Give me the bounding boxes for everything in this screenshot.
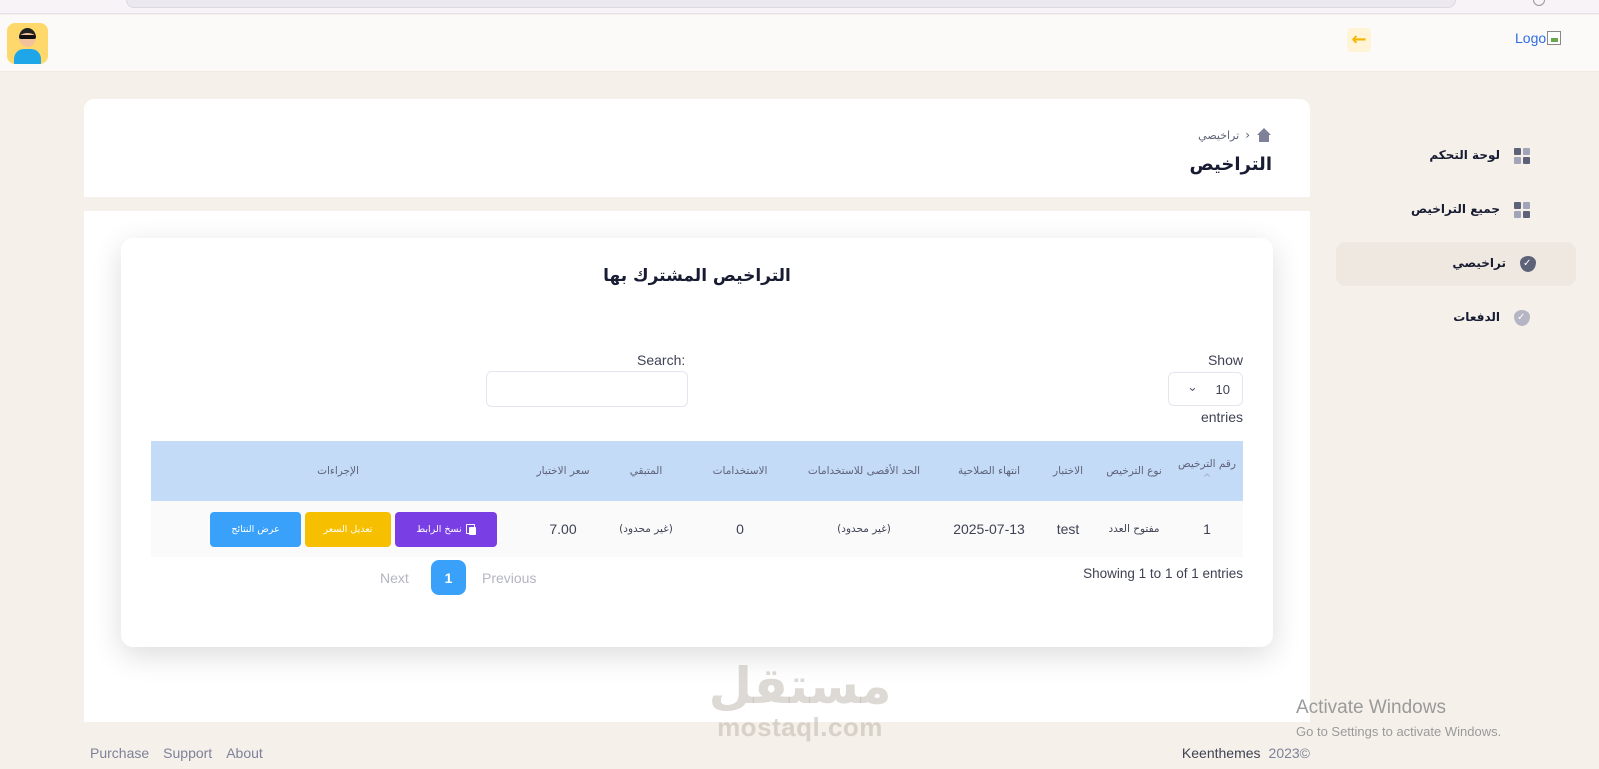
cell-test-price: 7.00 [549, 521, 577, 537]
watermark: مستقل mostaql.com [700, 658, 900, 740]
watermark-latin: mostaql.com [717, 712, 883, 742]
sidebar-item-payments[interactable]: الدفعات [1330, 296, 1570, 340]
footer-brand[interactable]: Keenthemes [1182, 745, 1261, 761]
column-header-uses[interactable]: الاستخدامات [691, 441, 789, 501]
logo-alt-text: Logo [1515, 30, 1547, 46]
watermark-arabic: مستقل [708, 657, 892, 715]
shield-check-icon [1520, 256, 1536, 272]
show-label: Show [1207, 352, 1243, 368]
footer-link-support[interactable]: Support [163, 745, 212, 761]
page-length-select[interactable]: 10 ⌄ [1168, 372, 1243, 406]
browser-chrome [0, 0, 1599, 14]
column-header-expiry[interactable]: انتهاء الصلاحية [939, 441, 1039, 501]
footer-links: Purchase Support About [90, 745, 263, 761]
page-length-value: 10 [1215, 382, 1230, 397]
sidebar-item-label: لوحة التحكم [1429, 148, 1500, 162]
chevron-left-icon: ‹ [1245, 128, 1250, 142]
logout-arrow-icon[interactable]: ← [1347, 28, 1371, 52]
column-header-label: رقم الترخيص [1177, 458, 1237, 470]
footer-link-purchase[interactable]: Purchase [90, 745, 149, 761]
copy-link-label: نسخ الرابط [416, 524, 462, 535]
column-header-license-type[interactable]: نوع الترخيص [1097, 441, 1171, 501]
chevron-down-icon: ⌄ [1187, 380, 1198, 395]
cell-license-type: مفتوح العدد [1108, 523, 1160, 535]
copy-icon [465, 524, 476, 535]
user-avatar[interactable] [7, 23, 48, 64]
shield-check-icon [1514, 310, 1530, 326]
cell-license-number: 1 [1203, 521, 1211, 537]
column-header-test-price[interactable]: سعر الاختبار [525, 441, 601, 501]
page-title: التراخيص [1189, 154, 1272, 175]
pagination-next[interactable]: Next [380, 570, 409, 586]
page-header-card: ‹ تراخيصي التراخيص [84, 99, 1310, 197]
footer-copyright: Keenthemes 2023© [1182, 745, 1310, 761]
column-header-remaining[interactable]: المتبقي [601, 441, 691, 501]
cell-remaining: (غير محدود) [619, 523, 673, 535]
sidebar-item-all-licenses[interactable]: جميع التراخيص [1330, 188, 1570, 232]
avatar-shirt [14, 49, 41, 64]
search-label: Search: [637, 352, 686, 368]
cell-max-uses: (غير محدود) [837, 523, 891, 535]
sort-ascending-icon: ^ [1202, 473, 1212, 484]
cell-expiry: 2025-07-13 [953, 521, 1025, 537]
view-results-button[interactable]: عرض النتائج [210, 512, 301, 547]
browser-menu-icon[interactable] [1533, 0, 1545, 6]
home-icon[interactable] [1256, 128, 1272, 142]
activate-windows-overlay: Activate Windows Go to Settings to activ… [1296, 697, 1501, 742]
activate-title: Activate Windows [1296, 697, 1446, 718]
column-header-actions: الإجراءات [317, 465, 359, 477]
breadcrumb-current: تراخيصي [1198, 128, 1240, 142]
footer-year: 2023© [1268, 745, 1310, 761]
column-header-test[interactable]: الاختبار [1039, 441, 1097, 501]
cell-uses: 0 [736, 521, 744, 537]
footer-link-about[interactable]: About [226, 745, 263, 761]
pagination-previous[interactable]: Previous [482, 570, 536, 586]
breadcrumb: ‹ تراخيصي [1198, 128, 1272, 142]
grid-icon [1514, 202, 1530, 218]
licenses-table-card: التراخيص المشترك بها Show 10 ⌄ entries S… [121, 238, 1273, 647]
cell-test: test [1056, 521, 1080, 537]
sidebar-item-label: تراخيصي [1452, 256, 1506, 270]
table-row: 1 مفتوح العدد test 2025-07-13 (غير محدود… [151, 501, 1243, 557]
sidebar-item-dashboard[interactable]: لوحة التحكم [1330, 134, 1570, 178]
sidebar-item-my-licenses[interactable]: تراخيصي [1336, 242, 1576, 286]
view-results-label: عرض النتائج [231, 524, 280, 535]
edit-price-label: تعديل السعر [323, 524, 373, 535]
address-bar[interactable] [126, 0, 1456, 8]
avatar-glasses [19, 35, 36, 39]
logo[interactable]: Logo [1515, 30, 1562, 46]
table-title: التراخيص المشترك بها [603, 266, 791, 286]
sidebar-item-label: جميع التراخيص [1411, 202, 1500, 216]
broken-image-icon [1547, 31, 1562, 45]
showing-info: Showing 1 to 1 of 1 entries [1083, 566, 1243, 581]
sidebar-item-label: الدفعات [1453, 310, 1500, 324]
column-header-license-number[interactable]: رقم الترخيص ^ [1171, 441, 1243, 501]
table-header: رقم الترخيص ^ نوع الترخيص الاختبار انتها… [151, 441, 1243, 501]
pagination-page-1[interactable]: 1 [431, 560, 466, 595]
activate-subtitle: Go to Settings to activate Windows. [1296, 724, 1502, 739]
column-header-max-uses[interactable]: الحد الأقصى للاستخدامات [789, 441, 939, 501]
copy-link-button[interactable]: نسخ الرابط [395, 512, 497, 547]
edit-price-button[interactable]: تعديل السعر [305, 512, 391, 547]
entries-label: entries [1200, 409, 1243, 425]
grid-icon [1514, 148, 1530, 164]
search-input[interactable] [486, 371, 688, 407]
